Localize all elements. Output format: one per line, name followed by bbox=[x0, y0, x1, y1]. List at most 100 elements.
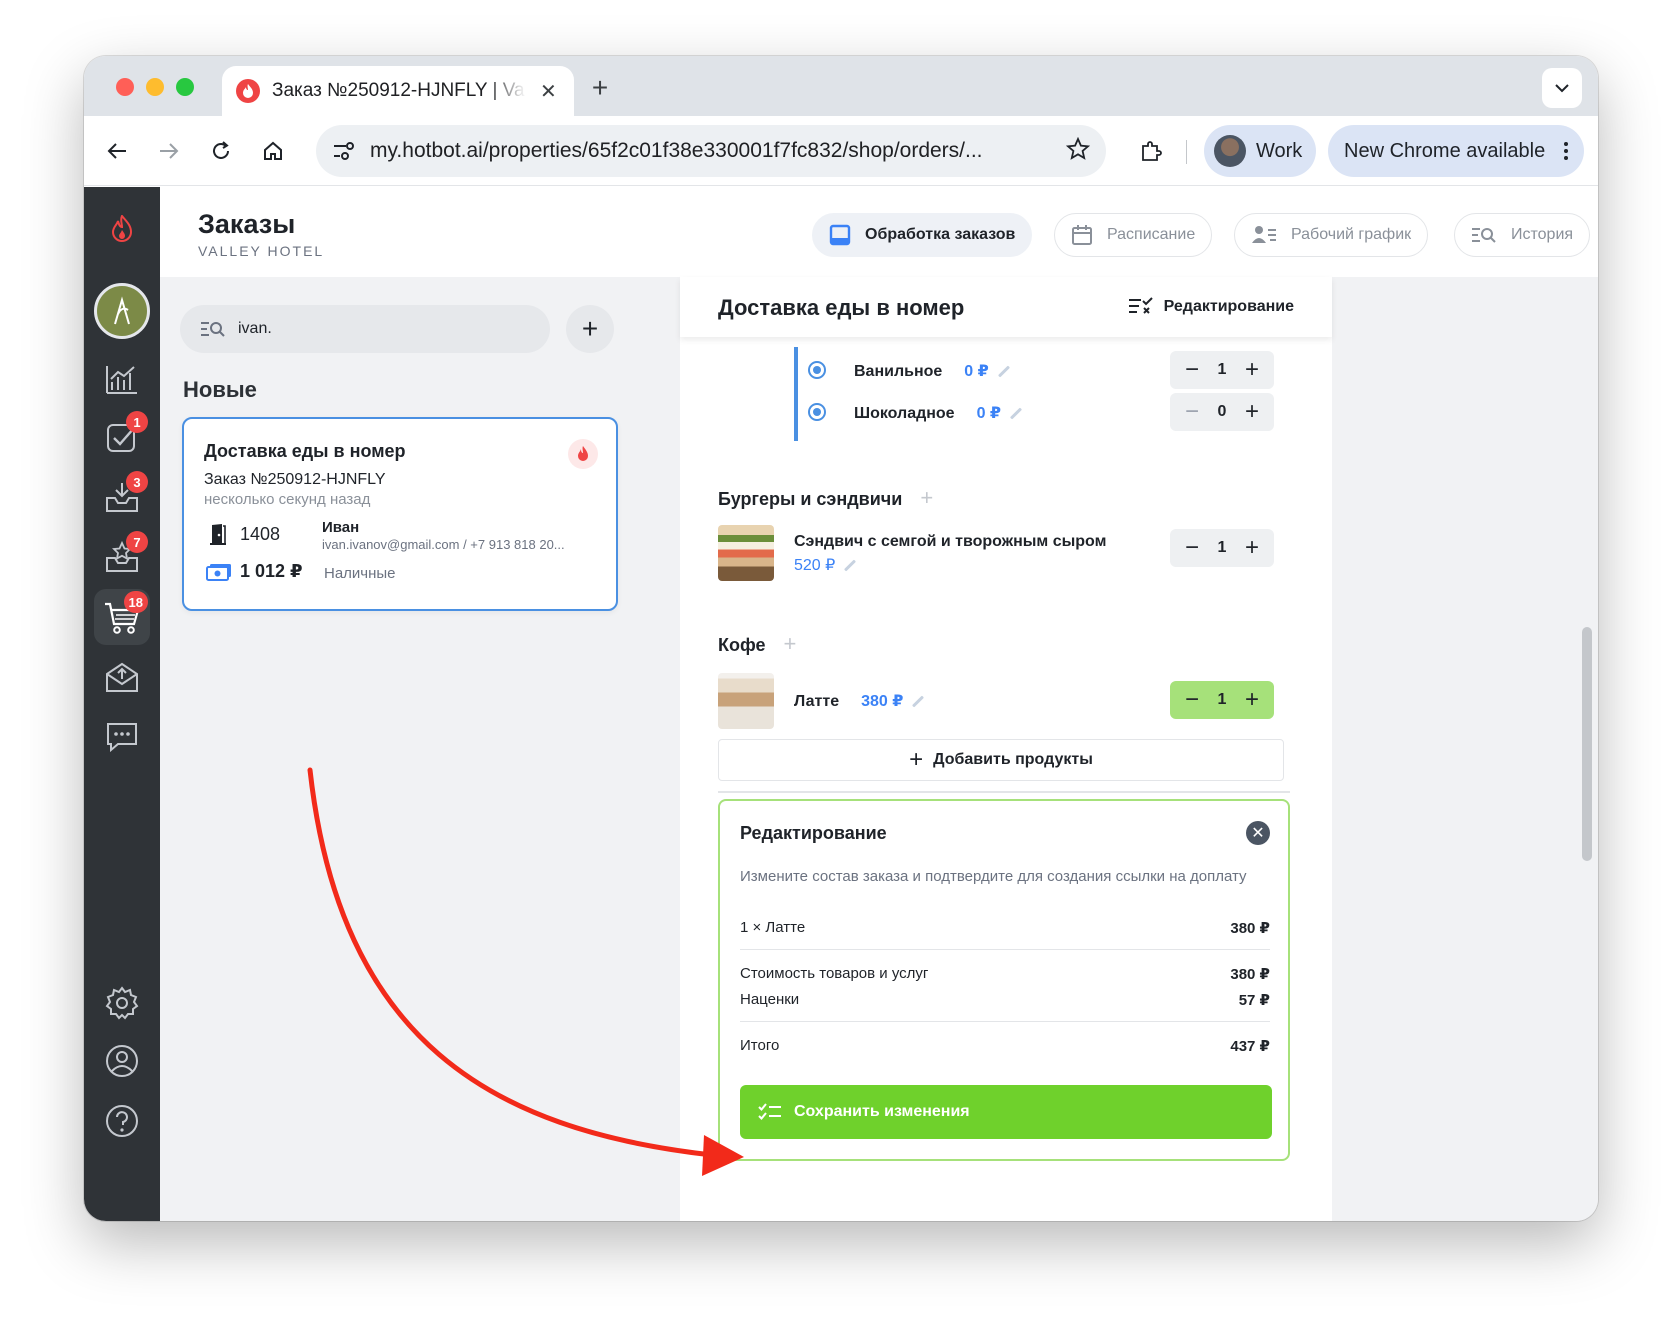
forward-button[interactable] bbox=[150, 132, 188, 170]
markup-row: Наценки 57 ₽ bbox=[740, 991, 1270, 1009]
hotbot-logo-icon[interactable] bbox=[94, 201, 150, 257]
arrow-left-icon bbox=[107, 143, 126, 159]
gear-icon bbox=[105, 986, 139, 1020]
guest-contact: ivan.ivanov@gmail.com / +7 913 818 20... bbox=[322, 537, 565, 552]
address-bar[interactable]: my.hotbot.ai/properties/65f2c01f38e33000… bbox=[316, 125, 1106, 177]
mail-upload-icon bbox=[106, 662, 138, 692]
rail-reviews[interactable]: 7 bbox=[94, 529, 150, 585]
pencil-icon[interactable] bbox=[1010, 407, 1023, 420]
decrease-button[interactable]: − bbox=[1182, 400, 1202, 424]
kebab-menu-icon[interactable] bbox=[1564, 142, 1568, 160]
decrease-button[interactable]: − bbox=[1182, 358, 1202, 382]
close-icon[interactable]: ✕ bbox=[1246, 821, 1270, 845]
option-name: Шоколадное 0 ₽ bbox=[854, 403, 1023, 423]
pencil-icon[interactable] bbox=[912, 695, 925, 708]
close-window-button[interactable] bbox=[116, 78, 134, 96]
search-input[interactable] bbox=[238, 320, 528, 338]
guest-name: Иван bbox=[322, 519, 360, 536]
order-search[interactable] bbox=[180, 305, 550, 353]
extensions-puzzle-icon[interactable] bbox=[1132, 132, 1170, 170]
decrease-button[interactable]: − bbox=[1182, 688, 1202, 712]
tab-order-processing[interactable]: Обработка заказов bbox=[812, 213, 1033, 257]
reload-icon bbox=[213, 141, 229, 159]
edit-box-title: Редактирование bbox=[740, 823, 887, 843]
tab-history[interactable]: История bbox=[1454, 213, 1591, 257]
app-header: Заказы VALLEY HOTEL Обработка заказов Ра… bbox=[160, 187, 1598, 277]
help-circle-icon bbox=[106, 1105, 138, 1137]
tab-title: Заказ №250912-HJNFLY | Valley Hotel bbox=[272, 80, 526, 101]
home-button[interactable] bbox=[254, 132, 292, 170]
rail-inbox[interactable]: 3 bbox=[94, 469, 150, 525]
option-row: Ванильное 0 ₽ − 1 + bbox=[804, 351, 1294, 391]
order-detail-panel: Доставка еды в номер Редактирование Вани… bbox=[680, 277, 1332, 1221]
plus-icon: + bbox=[909, 746, 924, 773]
rail-chat[interactable] bbox=[94, 709, 150, 765]
rail-settings[interactable] bbox=[94, 975, 150, 1031]
rail-mailings[interactable] bbox=[94, 649, 150, 705]
tab-search-button[interactable] bbox=[1542, 68, 1582, 108]
cash-icon bbox=[206, 563, 231, 581]
edit-order-button[interactable]: Редактирование bbox=[1128, 297, 1294, 317]
list-search-icon bbox=[201, 322, 225, 337]
maximize-window-button[interactable] bbox=[176, 78, 194, 96]
edit-summary-box: Редактирование ✕ Измените состав заказа … bbox=[718, 799, 1290, 1161]
add-to-category-icon[interactable]: + bbox=[784, 631, 797, 656]
option-radio[interactable] bbox=[808, 361, 826, 379]
panel-header: Доставка еды в номер Редактирование bbox=[680, 277, 1332, 337]
chrome-update-button[interactable]: New Chrome available bbox=[1328, 125, 1584, 177]
tab-label: Расписание bbox=[1107, 226, 1196, 243]
rail-profile[interactable] bbox=[94, 1033, 150, 1089]
arrow-right-icon bbox=[160, 143, 179, 159]
increase-button[interactable]: + bbox=[1242, 536, 1262, 560]
increase-button[interactable]: + bbox=[1242, 688, 1262, 712]
increase-button[interactable]: + bbox=[1242, 400, 1262, 424]
divider bbox=[740, 1021, 1270, 1022]
option-radio[interactable] bbox=[808, 403, 826, 421]
back-button[interactable] bbox=[98, 132, 136, 170]
add-products-button[interactable]: + Добавить продукты bbox=[718, 739, 1284, 781]
quantity-stepper: − 1 + bbox=[1170, 529, 1274, 567]
user-circle-icon bbox=[106, 1045, 138, 1077]
payment-method: Наличные bbox=[324, 565, 396, 582]
tab-schedule[interactable]: Расписание bbox=[1054, 213, 1213, 257]
nav-rail: 1 3 7 18 bbox=[84, 187, 160, 1221]
pencil-icon[interactable] bbox=[997, 365, 1010, 378]
close-tab-icon[interactable]: ✕ bbox=[540, 79, 557, 104]
profile-button[interactable]: Work bbox=[1204, 125, 1316, 177]
quantity-stepper: − 1 + bbox=[1170, 351, 1274, 389]
category-title: Кофе + bbox=[718, 631, 797, 656]
bookmark-star-icon[interactable] bbox=[1065, 136, 1091, 166]
decrease-button[interactable]: − bbox=[1182, 536, 1202, 560]
tab-label: История bbox=[1511, 226, 1574, 243]
add-to-category-icon[interactable]: + bbox=[920, 485, 933, 510]
quantity-value: 1 bbox=[1217, 691, 1227, 708]
browser-tab-active[interactable]: Заказ №250912-HJNFLY | Valley Hotel ✕ bbox=[222, 66, 574, 116]
site-settings-icon bbox=[334, 142, 354, 160]
tab-strip: Заказ №250912-HJNFLY | Valley Hotel ✕ + bbox=[84, 56, 1598, 116]
page-scrollbar[interactable] bbox=[1582, 627, 1592, 861]
tab-work-schedule[interactable]: Рабочий график bbox=[1234, 213, 1429, 257]
product-name: Латте bbox=[794, 693, 840, 710]
rail-shop[interactable]: 18 bbox=[94, 589, 150, 645]
save-changes-button[interactable]: Сохранить изменения bbox=[740, 1085, 1272, 1139]
quantity-value: 1 bbox=[1217, 539, 1227, 556]
property-avatar[interactable] bbox=[94, 283, 150, 339]
product-image-latte bbox=[718, 673, 774, 729]
reload-button[interactable] bbox=[202, 132, 240, 170]
minimize-window-button[interactable] bbox=[146, 78, 164, 96]
pencil-icon[interactable] bbox=[844, 559, 857, 572]
rail-help[interactable] bbox=[94, 1093, 150, 1149]
property-name: VALLEY HOTEL bbox=[198, 243, 325, 259]
profile-avatar bbox=[1214, 135, 1246, 167]
calendar-icon bbox=[1072, 225, 1092, 245]
new-tab-button[interactable]: + bbox=[582, 70, 618, 106]
tray-icon bbox=[829, 224, 851, 246]
list-edit-icon bbox=[1128, 297, 1153, 314]
section-title-new: Новые bbox=[183, 377, 257, 402]
rail-analytics[interactable] bbox=[94, 351, 150, 407]
order-card[interactable]: Доставка еды в номер Заказ №250912-HJNFL… bbox=[182, 417, 618, 611]
increase-button[interactable]: + bbox=[1242, 358, 1262, 382]
add-order-button[interactable]: + bbox=[566, 305, 614, 353]
update-label: New Chrome available bbox=[1344, 139, 1546, 162]
rail-tasks[interactable]: 1 bbox=[94, 409, 150, 465]
